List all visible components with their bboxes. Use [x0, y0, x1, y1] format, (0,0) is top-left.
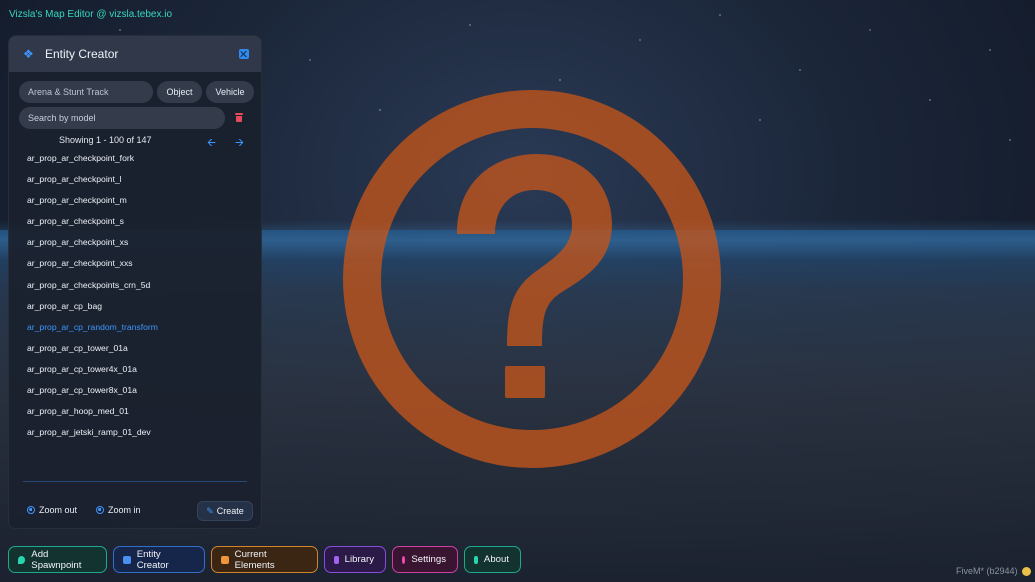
box-icon [221, 555, 229, 564]
fivem-logo-icon [1022, 567, 1032, 577]
nav-label: Current Elements [234, 548, 275, 571]
fivem-build: FiveM* (b2944) [956, 566, 1018, 576]
entity-creator-panel: ❖ Entity Creator Arena & Stunt Track Obj… [8, 35, 262, 529]
paging-text: Showing 1 - 100 of 147 [59, 135, 152, 145]
nav-label: Settings [411, 554, 446, 565]
book-icon [474, 555, 478, 564]
list-item[interactable]: ar_prop_ar_checkpoint_l [9, 169, 261, 190]
list-item[interactable]: ar_prop_ar_jetski_ramp_01_dev [9, 422, 261, 443]
list-item[interactable]: ar_prop_ar_checkpoint_s [9, 211, 261, 232]
list-item[interactable]: ar_prop_ar_hoop_med_01 [9, 401, 261, 422]
filter-row: Arena & Stunt Track Object Vehicle [19, 81, 254, 103]
nav-label: Add Spawnpoint [31, 548, 82, 571]
trash-icon[interactable] [235, 113, 243, 122]
pen-icon: ✎ [206, 505, 214, 516]
create-label: Create [216, 506, 244, 516]
panel-header: ❖ Entity Creator [9, 36, 261, 72]
zoom-out-button[interactable]: Zoom out [27, 505, 77, 515]
pin-icon [18, 555, 26, 564]
list-item[interactable]: ar_prop_ar_checkpoint_fork [9, 148, 261, 169]
zoom-out-label: Zoom out [39, 505, 78, 515]
nav-current-elements[interactable]: Current Elements [211, 546, 318, 573]
zoom-in-label: Zoom in [108, 505, 141, 515]
settings-icon [402, 555, 406, 564]
pagination: Showing 1 - 100 of 147 🡨 🡪 [9, 134, 261, 149]
list-item[interactable]: ar_prop_ar_cp_tower4x_01a [9, 359, 261, 380]
nav-settings[interactable]: Settings [392, 546, 458, 573]
nav-library[interactable]: Library [324, 546, 386, 573]
model-list: ar_prop_ar_checkpoint_fork ar_prop_ar_che… [9, 148, 261, 480]
fivem-status: FiveM* (b2944) [956, 566, 1032, 577]
panel-title: Entity Creator [45, 47, 119, 61]
nav-label: Library [344, 554, 374, 565]
list-item[interactable]: ar_prop_ar_checkpoint_xxs [9, 253, 261, 274]
question-circle-icon [343, 90, 721, 468]
list-item[interactable]: ar_prop_ar_checkpoints_crn_5d [9, 275, 261, 296]
nav-label: Entity Creator [136, 548, 169, 571]
category-select[interactable]: Arena & Stunt Track [19, 81, 153, 103]
dropbox-icon: ❖ [23, 47, 34, 61]
library-icon [334, 555, 339, 564]
object-chip[interactable]: Object [157, 81, 202, 103]
list-item[interactable]: ar_prop_ar_cp_tower8x_01a [9, 380, 261, 401]
list-item[interactable]: ar_prop_ar_cp_tower_01a [9, 338, 261, 359]
nav-about[interactable]: About [464, 546, 521, 573]
list-item[interactable]: ar_prop_ar_checkpoint_m [9, 190, 261, 211]
list-item[interactable]: ar_prop_ar_checkpoint_xs [9, 232, 261, 253]
zoom-in-button[interactable]: Zoom in [96, 505, 141, 515]
nav-add-spawnpoint[interactable]: Add Spawnpoint [8, 546, 107, 573]
contrast-icon [96, 506, 104, 514]
vehicle-chip[interactable]: Vehicle [206, 81, 254, 103]
contrast-icon [27, 506, 35, 514]
list-divider [23, 481, 247, 482]
list-item[interactable]: ar_prop_ar_cp_bag [9, 296, 261, 317]
nav-label: About [483, 554, 509, 565]
bottom-nav: Add Spawnpoint Entity Creator Current El… [8, 546, 521, 573]
nav-entity-creator[interactable]: Entity Creator [113, 546, 205, 573]
app-title: Vizsla's Map Editor @ vizsla.tebex.io [9, 9, 173, 20]
dropbox-icon [123, 555, 131, 564]
search-input[interactable]: Search by model [19, 107, 225, 129]
create-button[interactable]: ✎ Create [197, 501, 253, 521]
close-button[interactable] [239, 49, 249, 59]
list-item[interactable]: ar_prop_ar_cp_random_transform [9, 317, 261, 338]
